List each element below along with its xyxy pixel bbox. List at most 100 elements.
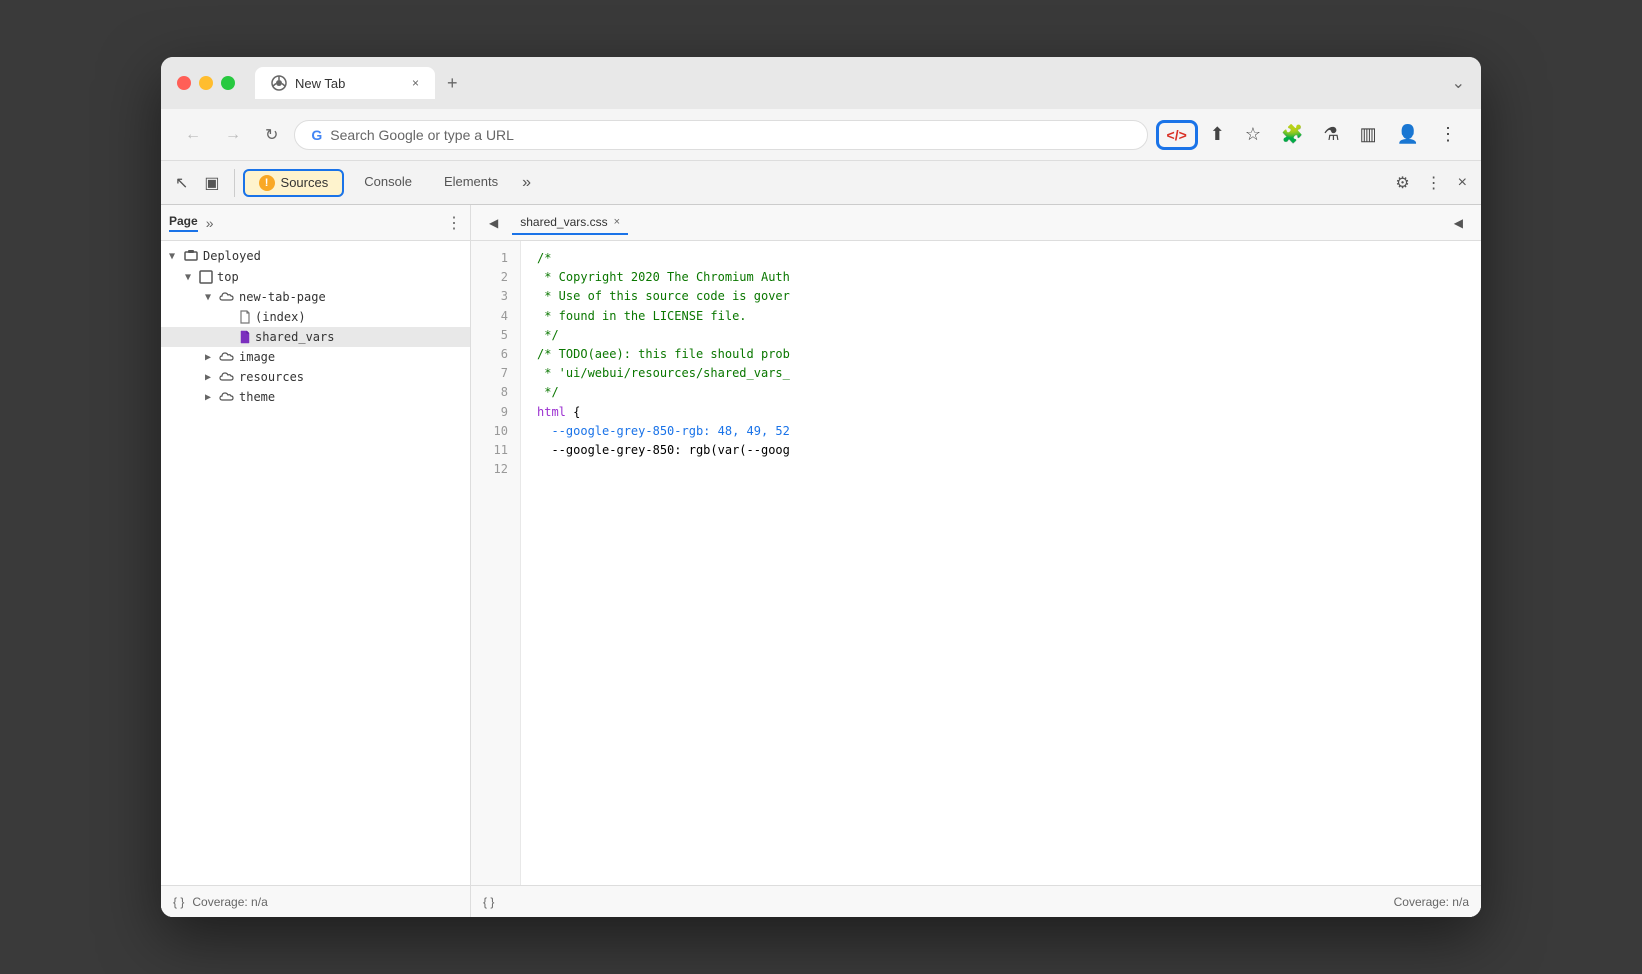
devtools-toggle-button[interactable]: </> [1156, 120, 1198, 150]
extensions-button[interactable]: 🧩 [1273, 118, 1311, 151]
close-button[interactable] [177, 76, 191, 90]
tab-close-button[interactable]: × [412, 76, 419, 90]
editor-header: ◀ shared_vars.css × ◀ [471, 205, 1481, 241]
active-tab[interactable]: New Tab × [255, 67, 435, 99]
code-line-8: * 'ui/webui/resources/shared_vars_ [537, 364, 1465, 383]
line-num-1: 1 [471, 249, 520, 268]
bookmark-button[interactable]: ☆ [1237, 118, 1269, 151]
tab-elements-label: Elements [444, 174, 498, 189]
code-line-3: * Use of this source code is gover [537, 287, 1465, 306]
inspector-button[interactable]: ↖ [169, 169, 194, 197]
code-line-9: */ [537, 383, 1465, 402]
nav-actions: </> ⬆ ☆ 🧩 ⚗ ▥ 👤 ⋮ [1156, 118, 1465, 151]
code-line-2: * Copyright 2020 The Chromium Auth [537, 268, 1465, 287]
cloud-icon-theme [219, 391, 235, 403]
devtools-close-button[interactable]: × [1452, 170, 1473, 196]
tree-label-deployed: Deployed [203, 249, 261, 263]
back-button[interactable]: ← [177, 120, 209, 150]
line-num-2: 2 [471, 268, 520, 287]
maximize-button[interactable] [221, 76, 235, 90]
line-num-9: 9 [471, 403, 520, 422]
cloud-icon-new-tab [219, 291, 235, 303]
address-placeholder: Search Google or type a URL [330, 127, 514, 143]
sources-panel-dots[interactable]: ⋮ [446, 213, 462, 233]
code-line-1: /* [537, 249, 1465, 268]
address-bar[interactable]: G Search Google or type a URL [294, 120, 1147, 150]
devtools-body: Page » ⋮ ▼ Deployed [161, 205, 1481, 917]
tree-label-resources: resources [239, 370, 304, 384]
file-icon-shared-vars [239, 330, 251, 344]
line-num-12: 12 [471, 460, 520, 479]
tab-sources[interactable]: ! Sources [243, 169, 345, 197]
title-bar: New Tab × + ⌄ [161, 57, 1481, 109]
devtools-tabs-more[interactable]: » [514, 170, 539, 196]
footer-format-btn[interactable]: { } [483, 895, 494, 909]
line-numbers: 1 2 3 4 5 6 7 8 9 10 11 12 [471, 241, 521, 885]
line-num-3: 3 [471, 287, 520, 306]
code-line-7: /* TODO(aee): this file should prob [537, 345, 1465, 364]
tree-item-theme[interactable]: ▶ theme [161, 387, 470, 407]
editor-collapse-left[interactable]: ◀ [483, 212, 504, 234]
code-editor: ◀ shared_vars.css × ◀ 1 2 3 4 5 [471, 205, 1481, 917]
file-icon-index [239, 310, 251, 324]
code-line-11: --google-grey-850-rgb: 48, 49, 52 [537, 422, 1465, 441]
tree-item-shared-vars[interactable]: shared_vars [161, 327, 470, 347]
code-line-5: */ [537, 326, 1465, 345]
devtools-toolbar-right: ⚙ ⋮ × [1389, 169, 1473, 197]
editor-tab-close[interactable]: × [614, 216, 620, 228]
deployed-icon [183, 248, 199, 264]
tab-console-label: Console [364, 174, 412, 189]
tree-item-top[interactable]: ▼ top [161, 267, 470, 287]
editor-tab-shared-vars[interactable]: shared_vars.css × [512, 211, 628, 235]
tree-item-index[interactable]: (index) [161, 307, 470, 327]
code-lines[interactable]: /* * Copyright 2020 The Chromium Auth * … [521, 241, 1481, 885]
tree-item-new-tab-page[interactable]: ▼ new-tab-page [161, 287, 470, 307]
tab-console[interactable]: Console [348, 166, 428, 199]
line-num-4: 4 [471, 307, 520, 326]
share-button[interactable]: ⬆ [1202, 118, 1233, 151]
devtools-toolbar-icons: ↖ ▣ [169, 169, 235, 197]
forward-button[interactable]: → [217, 120, 249, 150]
editor-collapse-right[interactable]: ◀ [1448, 212, 1469, 234]
devtools-settings-button[interactable]: ⚙ [1389, 169, 1415, 197]
tree-arrow-image: ▶ [205, 352, 215, 363]
editor-footer: { } Coverage: n/a [471, 885, 1481, 917]
code-line-4: * found in the LICENSE file. [537, 307, 1465, 326]
tree-arrow-resources: ▶ [205, 372, 215, 383]
tree-item-resources[interactable]: ▶ resources [161, 367, 470, 387]
device-toggle-button[interactable]: ▣ [198, 169, 225, 197]
tree-item-deployed[interactable]: ▼ Deployed [161, 245, 470, 267]
tree-arrow-deployed: ▼ [169, 251, 179, 262]
traffic-lights [177, 76, 235, 90]
sources-footer: { } Coverage: n/a [161, 885, 470, 917]
tree-arrow-new-tab-page: ▼ [205, 292, 215, 303]
tab-bar-more[interactable]: ⌄ [1452, 73, 1465, 93]
sources-tree: ▼ Deployed ▼ top [161, 241, 470, 885]
tab-elements[interactable]: Elements [428, 166, 514, 199]
profile-button[interactable]: 👤 [1389, 118, 1427, 151]
coverage-label: Coverage: n/a [192, 895, 267, 909]
line-num-10: 10 [471, 422, 520, 441]
menu-button[interactable]: ⋮ [1431, 118, 1465, 151]
reload-button[interactable]: ↻ [257, 119, 286, 151]
editor-filename: shared_vars.css [520, 215, 607, 229]
format-button[interactable]: { } [173, 895, 184, 909]
sources-panel-title: Page [169, 214, 198, 232]
line-num-5: 5 [471, 326, 520, 345]
tree-label-top: top [217, 270, 239, 284]
tree-label-new-tab-page: new-tab-page [239, 290, 326, 304]
devtools-toolbar: ↖ ▣ ! Sources Console Elements » ⚙ ⋮ × [161, 161, 1481, 205]
chrome-icon [271, 75, 287, 91]
flask-button[interactable]: ⚗ [1315, 118, 1347, 151]
tree-item-image[interactable]: ▶ image [161, 347, 470, 367]
line-num-7: 7 [471, 364, 520, 383]
code-line-10: html { [537, 403, 1465, 422]
sources-panel-more[interactable]: » [206, 215, 214, 231]
editor-header-right: ◀ [1448, 212, 1469, 234]
new-tab-button[interactable]: + [439, 69, 466, 98]
sidebar-button[interactable]: ▥ [1352, 118, 1385, 151]
devtools-more-button[interactable]: ⋮ [1420, 169, 1448, 197]
tab-title: New Tab [295, 76, 345, 91]
sources-sidebar: Page » ⋮ ▼ Deployed [161, 205, 471, 917]
minimize-button[interactable] [199, 76, 213, 90]
